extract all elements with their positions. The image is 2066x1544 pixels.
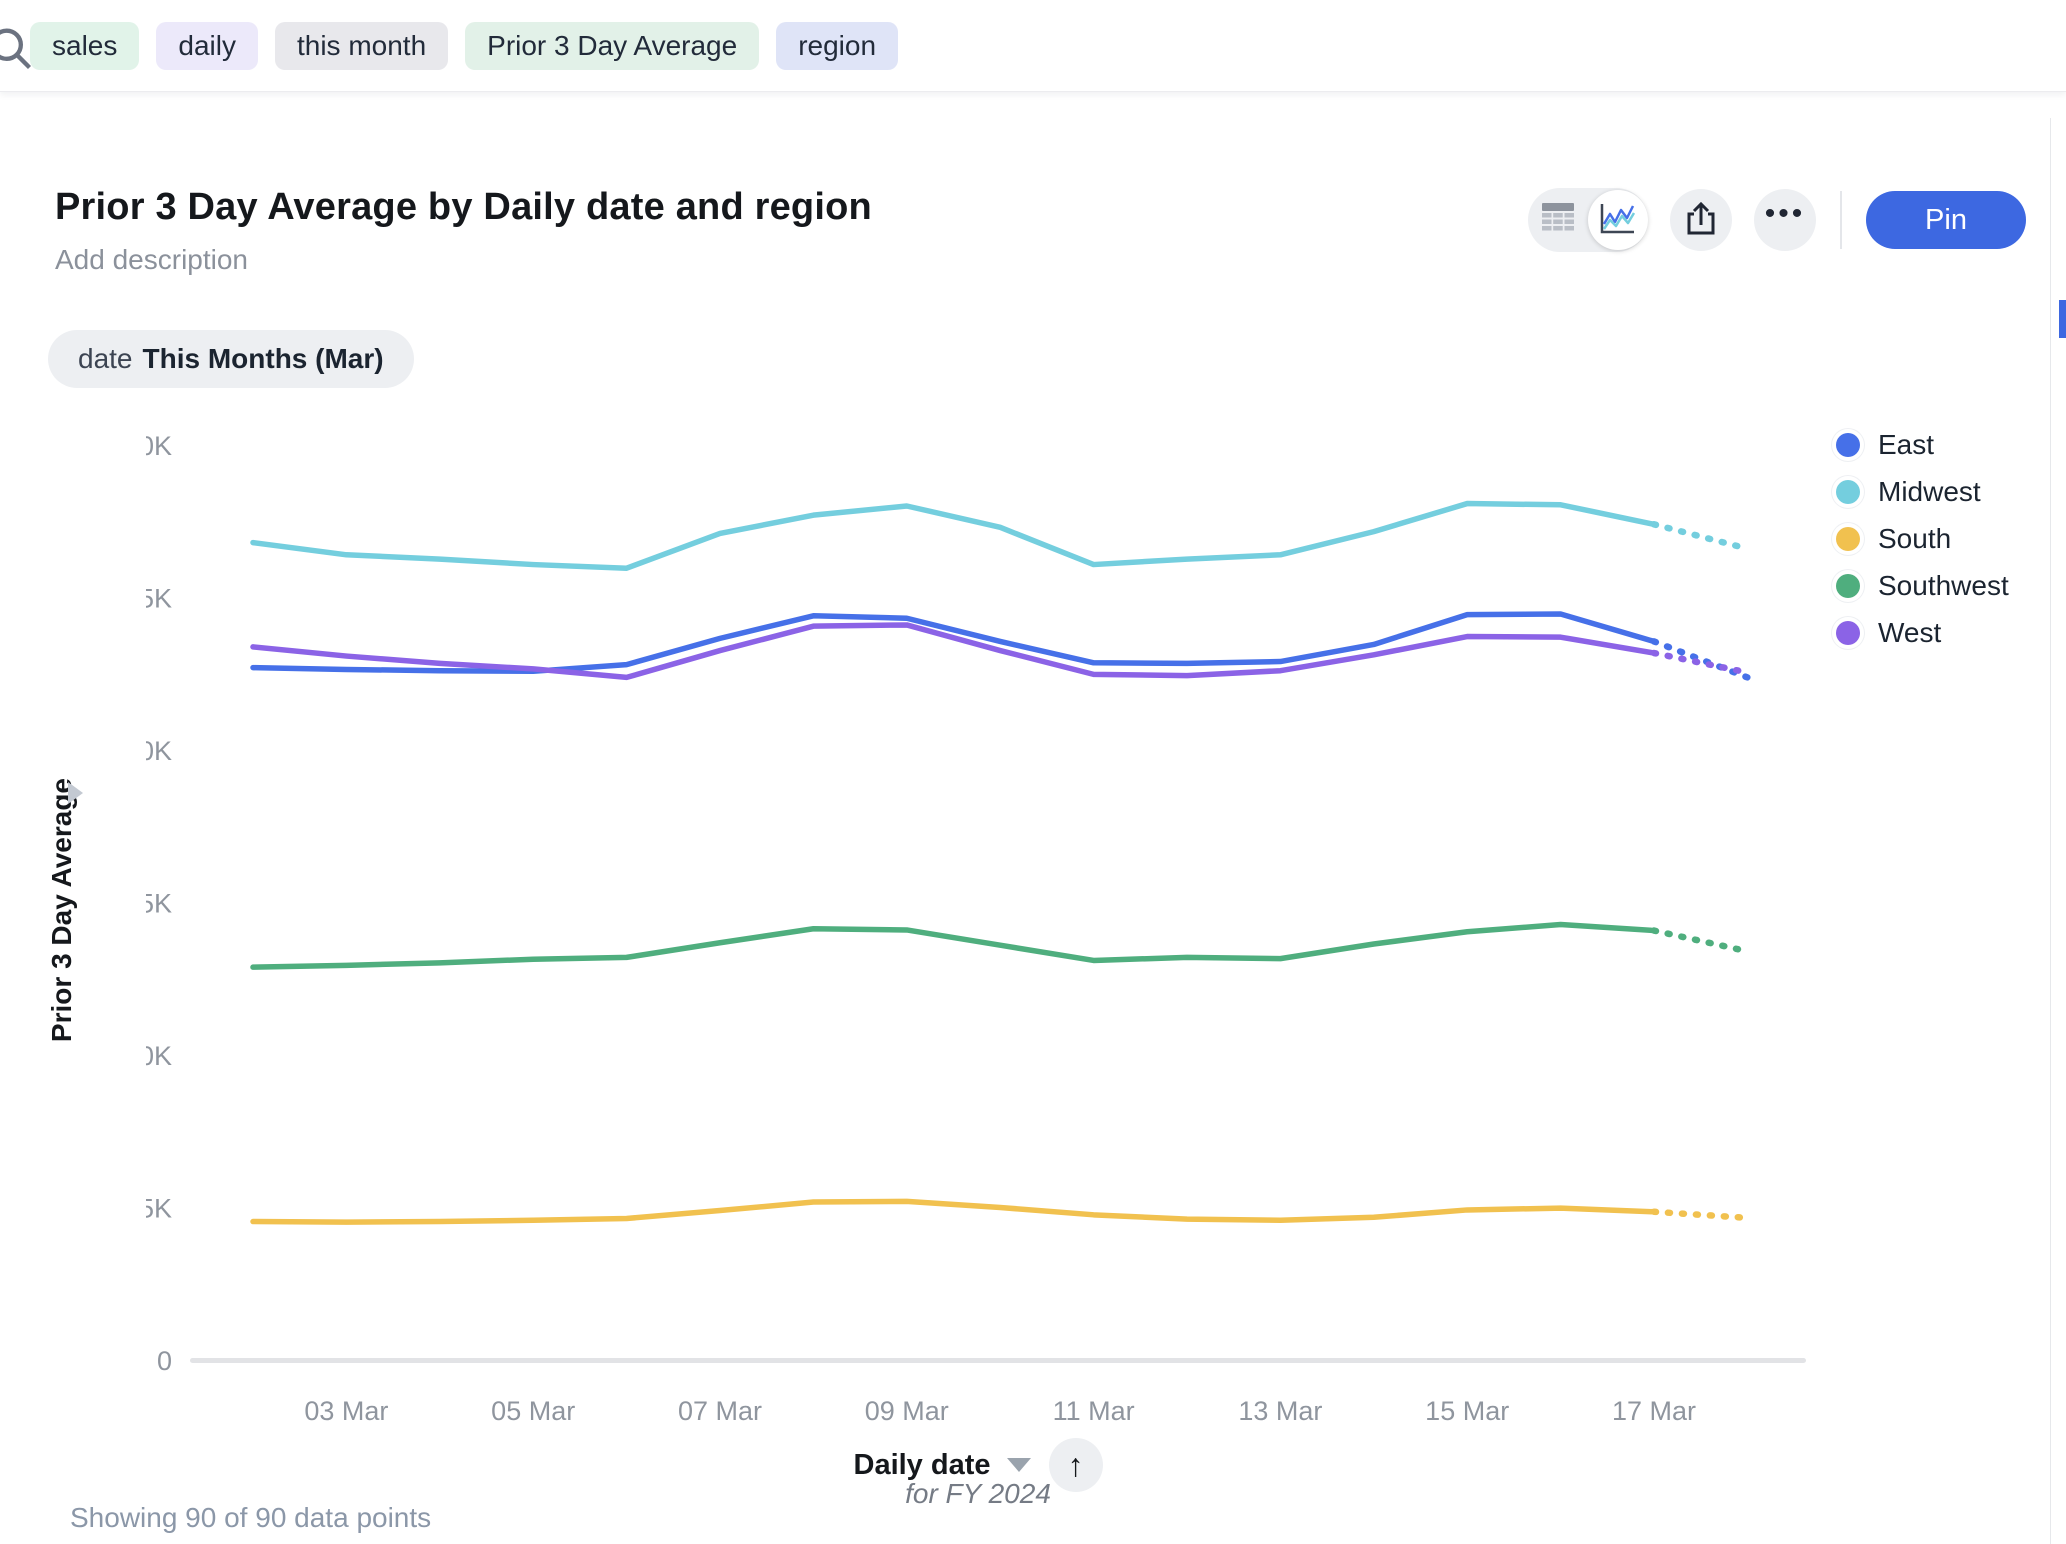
chevron-down-icon[interactable] [1007, 1458, 1031, 1472]
page-title[interactable]: Prior 3 Day Average by Daily date and re… [55, 186, 872, 229]
search-token-sales[interactable]: sales [30, 22, 139, 70]
y-tick-label: 125K [146, 584, 172, 614]
search-icon[interactable] [0, 22, 36, 74]
search-token-prior-3-day-average[interactable]: Prior 3 Day Average [465, 22, 759, 70]
series-projection-east [1654, 641, 1747, 677]
filter-value: This Months (Mar) [143, 343, 384, 375]
pin-button[interactable]: Pin [1866, 191, 2026, 249]
more-options-button[interactable]: ••• [1754, 189, 1816, 251]
scroll-position-indicator [2059, 300, 2066, 338]
y-tick-label: 25K [146, 1194, 172, 1224]
legend-dot [1836, 621, 1860, 645]
x-tick-label: 11 Mar [1053, 1396, 1135, 1426]
legend-label: Southwest [1878, 570, 2009, 602]
legend-item-southwest[interactable]: Southwest [1836, 571, 2009, 601]
filter-prefix: date [78, 343, 133, 375]
search-token-daily[interactable]: daily [156, 22, 258, 70]
ellipsis-icon: ••• [1765, 199, 1806, 241]
chart-legend: East Midwest South Southwest West [1836, 430, 2009, 648]
date-filter-pill[interactable]: date This Months (Mar) [48, 330, 414, 388]
legend-item-midwest[interactable]: Midwest [1836, 477, 2009, 507]
chart-view-button[interactable] [1588, 188, 1648, 252]
series-projection-southwest [1654, 931, 1747, 952]
legend-label: East [1878, 429, 1934, 461]
legend-dot [1836, 480, 1860, 504]
legend-label: South [1878, 523, 1951, 555]
toolbar-divider [1840, 191, 1842, 249]
y-tick-label: 150K [146, 431, 172, 461]
table-view-button[interactable] [1528, 188, 1588, 252]
y-axis-title[interactable]: Prior 3 Day Average [40, 630, 84, 1190]
x-tick-label: 03 Mar [304, 1396, 388, 1426]
legend-dot [1836, 527, 1860, 551]
table-icon [1540, 201, 1576, 240]
legend-dot [1836, 433, 1860, 457]
status-text: Showing 90 of 90 data points [70, 1502, 431, 1534]
legend-item-south[interactable]: South [1836, 524, 2009, 554]
x-tick-label: 05 Mar [491, 1396, 575, 1426]
series-line-midwest[interactable] [253, 504, 1654, 569]
series-projection-west [1654, 653, 1747, 673]
search-token-region[interactable]: region [776, 22, 898, 70]
legend-label: Midwest [1878, 476, 1981, 508]
share-button[interactable] [1670, 189, 1732, 251]
x-tick-label: 09 Mar [865, 1396, 949, 1426]
y-tick-label: 0 [157, 1346, 172, 1376]
series-line-southwest[interactable] [253, 924, 1654, 967]
series-projection-midwest [1654, 524, 1747, 548]
axis-expand-icon[interactable] [68, 782, 83, 804]
search-bar[interactable]: sales daily this month Prior 3 Day Average r… [0, 0, 2066, 92]
legend-item-east[interactable]: East [1836, 430, 2009, 460]
x-axis-label[interactable]: Daily date [854, 1449, 991, 1482]
x-tick-label: 13 Mar [1238, 1396, 1322, 1426]
line-chart-icon [1599, 200, 1637, 241]
series-line-south[interactable] [253, 1201, 1654, 1222]
y-tick-label: 50K [146, 1041, 172, 1071]
y-tick-label: 100K [146, 736, 172, 766]
x-tick-label: 17 Mar [1612, 1396, 1696, 1426]
view-toggle [1528, 188, 1648, 252]
x-tick-label: 15 Mar [1425, 1396, 1509, 1426]
x-axis-line [190, 1358, 1806, 1363]
legend-item-west[interactable]: West [1836, 618, 2009, 648]
legend-label: West [1878, 617, 1941, 649]
add-description-button[interactable]: Add description [55, 244, 248, 276]
search-token-this-month[interactable]: this month [275, 22, 448, 70]
series-projection-south [1654, 1212, 1747, 1218]
legend-dot [1836, 574, 1860, 598]
toolbar: ••• Pin [1528, 188, 2026, 252]
x-tick-label: 07 Mar [678, 1396, 762, 1426]
share-icon [1684, 201, 1718, 240]
panel-border [2050, 118, 2051, 1544]
line-chart[interactable]: 0 25K 50K 75K 100K 125K 150K 03 Mar 05 Mar 07 Mar… [146, 430, 1810, 1430]
y-tick-label: 75K [146, 889, 172, 919]
